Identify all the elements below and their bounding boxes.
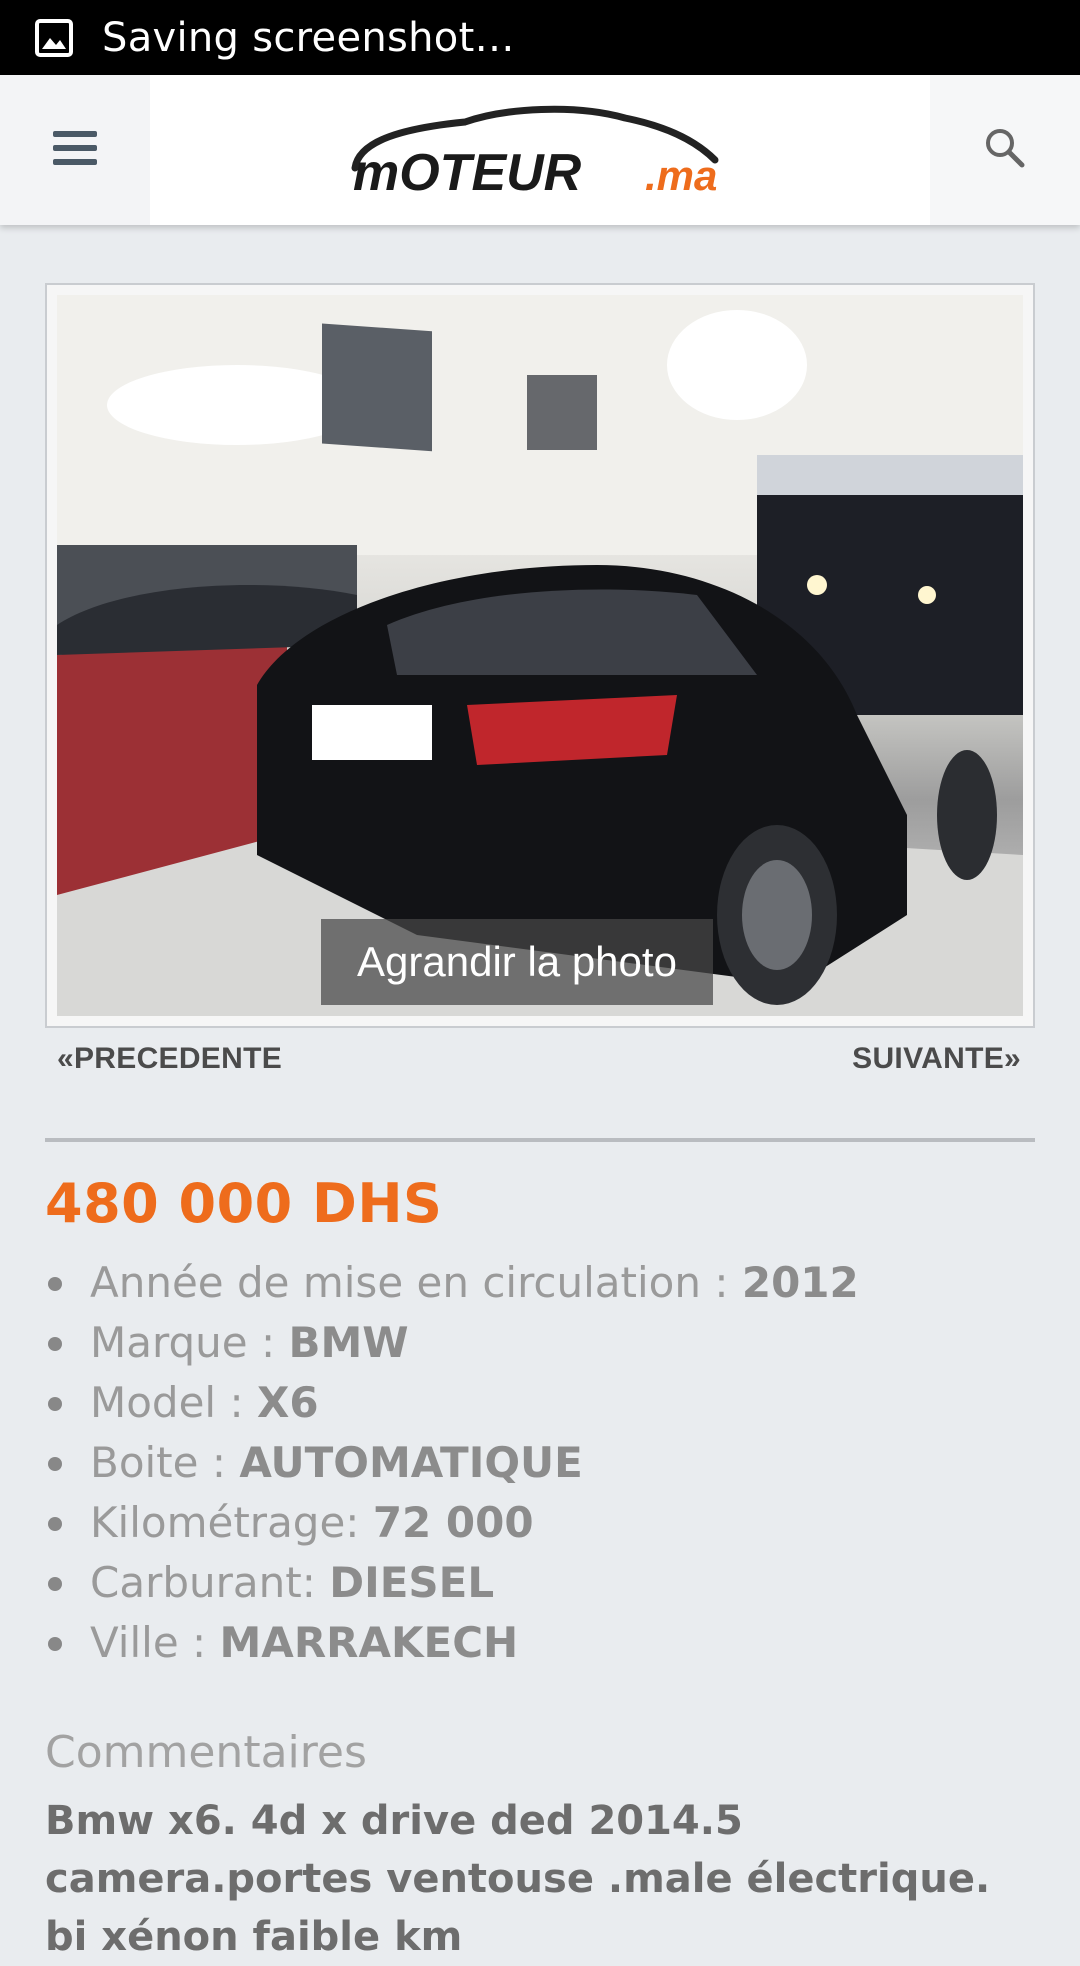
spec-item-model: Model : X6 <box>45 1373 1035 1433</box>
spec-value: DIESEL <box>329 1558 495 1607</box>
image-icon <box>34 18 74 58</box>
spec-value: 2012 <box>741 1258 859 1307</box>
comments-text: Bmw x6. 4d x drive ded 2014.5 camera.por… <box>45 1798 991 1960</box>
enlarge-photo-button[interactable]: Agrandir la photo <box>321 919 713 1005</box>
search-button[interactable] <box>930 75 1080 225</box>
spec-value: 72 000 <box>372 1498 534 1547</box>
spec-item-city: Ville : MARRAKECH <box>45 1613 1035 1673</box>
spec-label: Boite : <box>90 1438 240 1487</box>
spec-value: AUTOMATIQUE <box>239 1438 583 1487</box>
site-header: mOTEUR .ma <box>0 75 1080 225</box>
spec-label: Model : <box>90 1378 257 1427</box>
listing-content: Agrandir la photo «PRECEDENTE SUIVANTE» … <box>45 283 1035 1966</box>
search-icon <box>984 127 1026 174</box>
spec-value: MARRAKECH <box>219 1618 519 1667</box>
status-bar: Saving screenshot… <box>0 0 1080 75</box>
spec-item-fuel: Carburant: DIESEL <box>45 1553 1035 1613</box>
spec-label: Année de mise en circulation : <box>90 1258 742 1307</box>
section-divider <box>45 1138 1035 1142</box>
site-logo[interactable]: mOTEUR .ma <box>150 75 930 225</box>
car-photo[interactable]: Agrandir la photo <box>57 295 1023 1016</box>
spec-label: Carburant: <box>90 1558 330 1607</box>
next-photo-link[interactable]: SUIVANTE» <box>852 1042 1021 1076</box>
spec-value: BMW <box>288 1318 409 1367</box>
spec-item-brand: Marque : BMW <box>45 1313 1035 1373</box>
hamburger-icon <box>53 130 97 170</box>
previous-photo-link[interactable]: «PRECEDENTE <box>57 1042 282 1076</box>
status-text: Saving screenshot… <box>102 14 515 61</box>
spec-label: Marque : <box>90 1318 289 1367</box>
listing-price: 480 000 DHS <box>45 1172 443 1235</box>
menu-button[interactable] <box>0 75 150 225</box>
spec-item-mileage: Kilométrage: 72 000 <box>45 1493 1035 1553</box>
comments-title: Commentaires <box>45 1727 367 1778</box>
photo-frame: Agrandir la photo <box>45 283 1035 1028</box>
photo-pager: «PRECEDENTE SUIVANTE» <box>45 1042 1035 1076</box>
logo-text: mOTEUR <box>353 144 582 200</box>
logo-suffix: .ma <box>645 152 717 199</box>
spec-value: X6 <box>256 1378 319 1427</box>
spec-item-gearbox: Boite : AUTOMATIQUE <box>45 1433 1035 1493</box>
spec-item-year: Année de mise en circulation : 2012 <box>45 1253 1035 1313</box>
spec-label: Kilométrage: <box>90 1498 373 1547</box>
spec-label: Ville : <box>90 1618 220 1667</box>
spec-list: Année de mise en circulation : 2012 Marq… <box>45 1253 1035 1673</box>
